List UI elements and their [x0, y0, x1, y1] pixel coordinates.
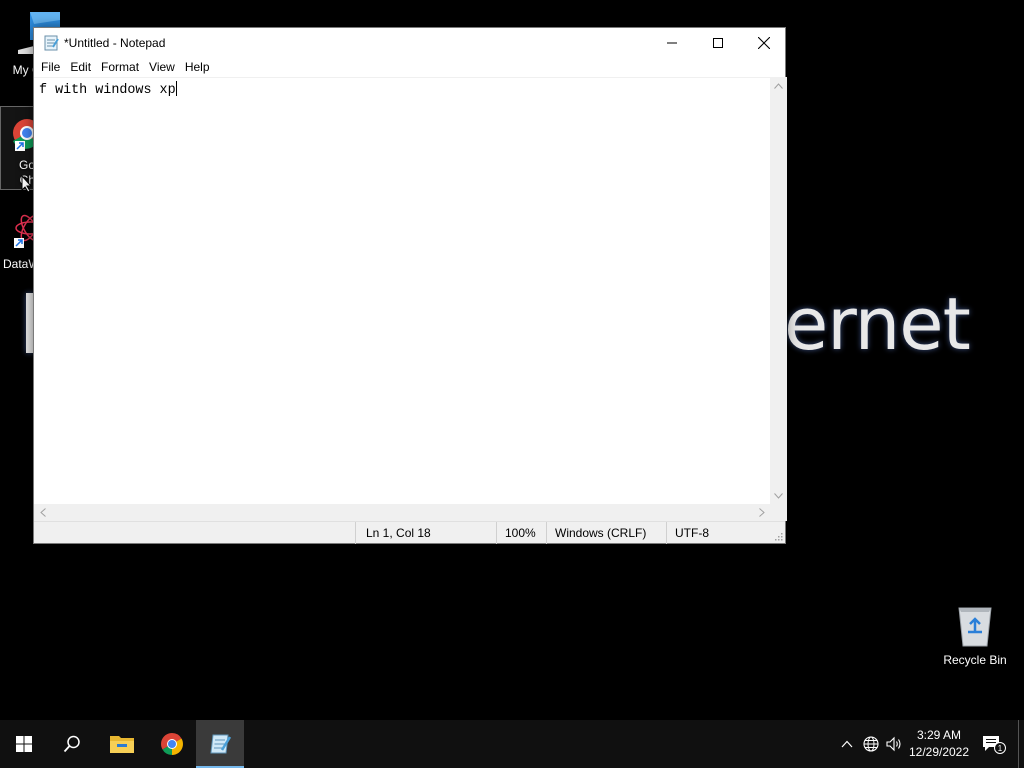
status-cursor-position: Ln 1, Col 18	[355, 522, 496, 544]
clock-date: 12/29/2022	[908, 745, 970, 759]
chevron-left-icon	[39, 508, 46, 517]
mouse-cursor-icon	[21, 175, 33, 193]
resize-grip-icon[interactable]	[773, 531, 783, 541]
status-bar: Ln 1, Col 18 100% Windows (CRLF) UTF-8	[34, 521, 787, 544]
horizontal-scrollbar[interactable]	[34, 504, 770, 521]
close-button[interactable]	[741, 28, 787, 58]
show-desktop-button[interactable]	[1018, 720, 1024, 768]
notepad-icon	[44, 35, 59, 51]
network-button[interactable]	[860, 720, 882, 768]
maximize-button[interactable]	[695, 28, 741, 58]
taskbar-clock[interactable]: 3:29 AM 12/29/2022	[905, 720, 973, 768]
scroll-up-button[interactable]	[770, 77, 787, 94]
action-center-button[interactable]: 1	[980, 720, 1008, 768]
text-editor[interactable]: f with windows xp	[34, 77, 770, 504]
taskbar: 3:29 AM 12/29/2022 1	[0, 720, 1024, 768]
notification-icon: 1	[983, 736, 1006, 754]
notification-count-badge: 1	[998, 744, 1003, 753]
taskbar-chrome[interactable]	[148, 720, 196, 768]
wallpaper-text: ernet	[784, 282, 971, 366]
status-line-endings: Windows (CRLF)	[546, 522, 666, 544]
maximize-icon	[713, 38, 723, 48]
vertical-scrollbar[interactable]	[770, 77, 787, 504]
chevron-up-icon	[774, 82, 783, 89]
menu-format[interactable]: Format	[96, 58, 144, 77]
minimize-button[interactable]	[649, 28, 695, 58]
taskbar-file-explorer[interactable]	[98, 720, 146, 768]
minimize-icon	[667, 42, 677, 44]
menu-bar: File Edit Format View Help	[34, 58, 785, 77]
notepad-window[interactable]: *Untitled - Notepad File Edit Format Vie…	[33, 27, 787, 544]
taskbar-notepad[interactable]	[196, 720, 244, 768]
show-hidden-icons-button[interactable]	[836, 720, 858, 768]
start-button[interactable]	[0, 720, 48, 768]
menu-help[interactable]: Help	[180, 58, 215, 77]
status-zoom: 100%	[496, 522, 546, 544]
text-caret	[175, 81, 177, 96]
search-icon	[63, 735, 80, 753]
desktop: ernet My Co Go Ch DataW Recycle Bin *Unt…	[0, 0, 1024, 720]
recycle-bin-icon	[958, 607, 992, 647]
scroll-right-button[interactable]	[753, 504, 770, 521]
desktop-icon-label: Recycle Bin	[943, 653, 1007, 667]
status-encoding: UTF-8	[666, 522, 787, 544]
menu-file[interactable]: File	[36, 58, 65, 77]
globe-network-icon	[863, 736, 879, 752]
notepad-icon	[210, 734, 232, 754]
search-button[interactable]	[48, 720, 96, 768]
file-explorer-icon	[110, 736, 134, 753]
speaker-volume-icon	[886, 736, 901, 752]
volume-button[interactable]	[883, 720, 905, 768]
chrome-icon	[161, 733, 183, 755]
chevron-right-icon	[758, 508, 765, 517]
title-bar[interactable]: *Untitled - Notepad	[34, 28, 785, 58]
close-icon	[758, 37, 770, 49]
window-title: *Untitled - Notepad	[64, 36, 166, 50]
clock-time: 3:29 AM	[916, 728, 962, 742]
desktop-icon-recycle-bin[interactable]: Recycle Bin	[940, 602, 1010, 667]
chevron-up-icon	[841, 740, 853, 748]
start-icon	[16, 736, 32, 752]
scrollbar-corner	[770, 504, 787, 521]
scroll-left-button[interactable]	[34, 504, 51, 521]
editor-content: f with windows xp	[39, 83, 176, 98]
menu-view[interactable]: View	[144, 58, 180, 77]
menu-edit[interactable]: Edit	[65, 58, 96, 77]
scroll-down-button[interactable]	[770, 487, 787, 504]
chevron-down-icon	[774, 492, 783, 499]
